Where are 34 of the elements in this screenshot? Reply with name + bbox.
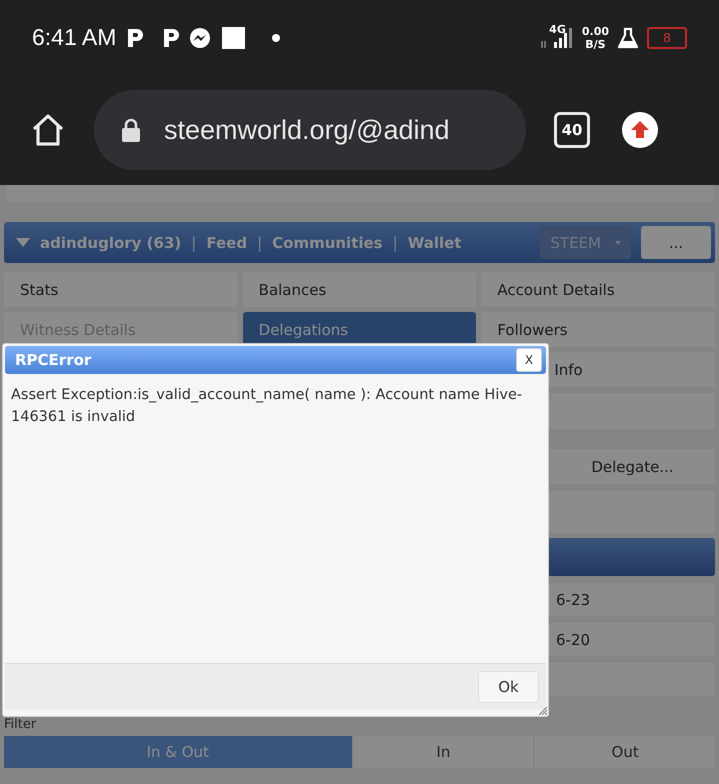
caret-icon — [615, 240, 621, 244]
delegate-button[interactable]: Delegate... — [550, 449, 715, 484]
address-bar[interactable]: steemworld.org/@adind — [94, 90, 526, 170]
menu-tile[interactable]: Balances — [242, 272, 476, 307]
nav-separator: | — [257, 234, 262, 252]
battery-icon: 8 — [647, 26, 687, 48]
status-time: 6:41 AM — [32, 24, 116, 51]
nav-link[interactable]: Feed — [206, 234, 248, 252]
menu-tile[interactable]: Account Details — [481, 272, 715, 307]
menu-tile[interactable]: Followers — [481, 312, 715, 347]
lock-icon — [120, 117, 142, 143]
filter-label: Filter — [4, 717, 38, 732]
close-button[interactable]: X — [516, 348, 542, 372]
upload-icon[interactable] — [622, 112, 658, 148]
flask-icon — [617, 26, 639, 48]
dialog-title: RPCError — [15, 351, 92, 369]
more-button[interactable]: ... — [641, 226, 711, 259]
home-icon[interactable] — [30, 112, 66, 148]
caret-icon[interactable] — [16, 238, 30, 248]
resize-grip-icon[interactable] — [539, 707, 547, 715]
tab-count-button[interactable]: 40 — [554, 112, 590, 148]
nav-link[interactable]: adinduglory (63) — [40, 234, 182, 252]
filter-tab[interactable]: In — [354, 736, 534, 768]
network-type: 4G — [549, 23, 566, 36]
filter-tab[interactable]: Out — [535, 736, 715, 768]
nav-link[interactable]: Communities — [272, 234, 383, 252]
menu-tile[interactable]: Stats — [4, 272, 238, 307]
error-message: Assert Exception:is_valid_account_name( name ): Account name Hive-146361 is invalid — [11, 387, 522, 425]
nav-link[interactable]: Wallet — [408, 234, 462, 252]
nav-separator: | — [392, 234, 398, 252]
speed-value: 0.00 — [582, 24, 609, 38]
nav-separator: | — [191, 234, 196, 252]
speed-unit: B/S — [585, 38, 606, 50]
ok-button[interactable]: Ok — [478, 671, 539, 703]
